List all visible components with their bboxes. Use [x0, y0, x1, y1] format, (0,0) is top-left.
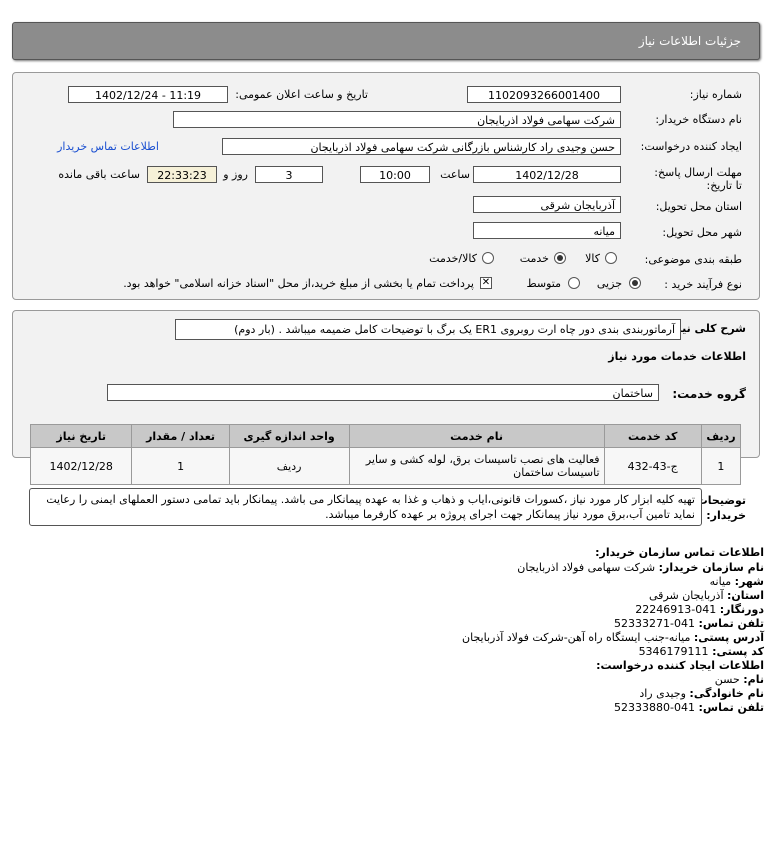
process-radio-medium[interactable] — [568, 277, 580, 289]
process-label: نوع فرآیند خرید : — [664, 278, 742, 291]
last-name-label: نام خانوادگی: — [689, 687, 764, 700]
address-label: آدرس پستی: — [693, 631, 764, 644]
city-field: میانه — [473, 222, 621, 239]
col-name: نام خدمت — [348, 424, 605, 448]
first-name-label: نام: — [743, 673, 764, 686]
category-radio-goods[interactable] — [605, 252, 617, 264]
days-label: روز و — [223, 168, 248, 181]
deadline-label: مهلت ارسال پاسخ: تا تاریخ: — [654, 166, 742, 192]
process-option-medium: متوسط — [526, 277, 561, 290]
contact-province-value: آذربایجان شرقی — [649, 589, 724, 602]
fax-label: دورنگار: — [719, 603, 764, 616]
buyer-name-label: نام سازمان خریدار: — [658, 561, 764, 574]
buyer-notes-field: تهیه کلیه ابزار کار مورد نیاز ،کسورات قا… — [29, 488, 702, 526]
time-label: ساعت — [440, 168, 470, 181]
phone-label: تلفن تماس: — [698, 617, 764, 630]
days-field: 3 — [255, 166, 323, 183]
cell-date: 1402/12/28 — [29, 447, 133, 485]
page-header: جزئیات اطلاعات نیاز — [12, 22, 760, 60]
cell-name: فعالیت های نصب تاسیسات برق، لوله کشی و س… — [348, 447, 605, 485]
col-qty: تعداد / مقدار — [131, 424, 230, 448]
last-name-value: وجیدی راد — [639, 687, 686, 700]
address-value: میانه-جنب ایستگاه راه آهن-شرکت فولاد آذر… — [462, 631, 691, 644]
province-field: آذربایجان شرقی — [473, 196, 621, 213]
description-field: آرماتوربندی بندی دور چاه ارت روبروی ER1 … — [175, 319, 681, 340]
buyer-contact-link[interactable]: اطلاعات تماس خریدار — [57, 140, 159, 153]
remaining-time-field: 22:33:23 — [147, 166, 217, 183]
announce-field: 1402/12/24 - 11:19 — [68, 86, 228, 103]
postal-label: کد پستی: — [712, 645, 764, 658]
contact-province-label: استان: — [727, 589, 764, 602]
contact-city-label: شهر: — [734, 575, 764, 588]
category-radio-goods-service[interactable] — [482, 252, 494, 264]
creator-label: ایجاد کننده درخواست: — [640, 140, 742, 153]
creator-phone-label: تلفن تماس: — [698, 701, 764, 714]
category-option-goods: کالا — [585, 252, 600, 265]
cell-code: ج-43-432 — [603, 447, 702, 485]
deadline-time-field: 10:00 — [360, 166, 430, 183]
service-group-field: ساختمان — [107, 384, 659, 401]
buyer-org-label: نام دستگاه خریدار: — [655, 113, 742, 126]
category-option-goods-service: کالا/خدمت — [429, 252, 477, 265]
page-title: جزئیات اطلاعات نیاز — [638, 34, 741, 48]
col-unit: واحد اندازه گیری — [228, 424, 350, 448]
deadline-date-field: 1402/12/28 — [473, 166, 621, 183]
col-row: ردیف — [700, 424, 742, 448]
creator-field: حسن وجیدی راد کارشناس بازرگانی شرکت سهام… — [222, 138, 621, 155]
treasury-note: پرداخت تمام یا بخشی از مبلغ خرید،از محل … — [123, 277, 474, 290]
buyer-notes-label: توضیحات خریدار: — [696, 494, 746, 522]
col-date: تاریخ نیاز — [29, 424, 133, 448]
remaining-label: ساعت باقی مانده — [58, 168, 140, 181]
process-radio-minor[interactable] — [629, 277, 641, 289]
category-radio-service[interactable] — [554, 252, 566, 264]
city-label: شهر محل تحویل: — [662, 226, 742, 239]
category-option-service: خدمت — [519, 252, 549, 265]
cell-row: 1 — [700, 447, 742, 485]
contact-city-value: میانه — [709, 575, 732, 588]
col-code: کد خدمت — [603, 424, 702, 448]
table-row: 1 ج-43-432 فعالیت های نصب تاسیسات برق، ل… — [29, 447, 742, 485]
services-table-header: ردیف کد خدمت نام خدمت واحد اندازه گیری ت… — [29, 424, 742, 448]
category-label: طبقه بندی موضوعی: — [644, 253, 742, 266]
treasury-checkbox[interactable]: ✕ — [480, 277, 492, 289]
need-number-label: شماره نیاز: — [689, 88, 742, 101]
phone-value: 041-52333271 — [614, 617, 696, 630]
province-label: استان محل تحویل: — [655, 200, 742, 213]
contact-org-title: اطلاعات تماس سازمان خریدار: — [595, 546, 764, 559]
buyer-org-field: شرکت سهامی فولاد اذربایجان — [173, 111, 621, 128]
first-name-value: حسن — [714, 673, 740, 686]
need-number-field: 1102093266001400 — [467, 86, 621, 103]
services-table: ردیف کد خدمت نام خدمت واحد اندازه گیری ت… — [29, 424, 742, 485]
buyer-name-value: شرکت سهامی فولاد اذربایجان — [517, 561, 656, 574]
postal-value: 5346179111 — [638, 645, 709, 658]
creator-info-title: اطلاعات ایجاد کننده درخواست: — [596, 659, 764, 672]
fax-value: 041-22246913 — [635, 603, 717, 616]
creator-phone-value: 041-52333880 — [614, 701, 696, 714]
announce-label: تاریخ و ساعت اعلان عمومی: — [235, 88, 368, 101]
cell-unit: ردیف — [228, 447, 350, 485]
process-option-minor: جزیی — [596, 277, 622, 290]
services-section-title: اطلاعات خدمات مورد نیاز — [608, 350, 746, 363]
service-group-label: گروه خدمت: — [672, 387, 746, 401]
cell-qty: 1 — [131, 447, 230, 485]
